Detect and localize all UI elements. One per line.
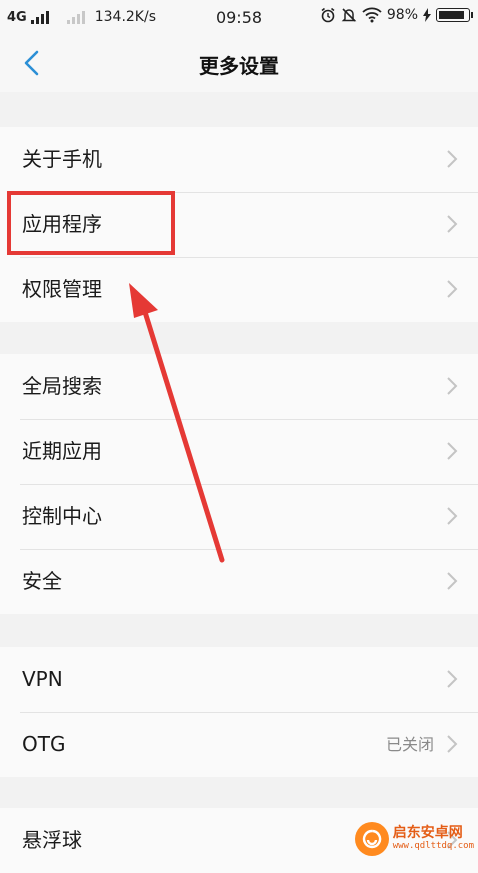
settings-item-otg[interactable]: OTG 已关闭	[0, 712, 478, 777]
chevron-right-icon	[447, 735, 458, 753]
wifi-icon	[362, 7, 382, 23]
settings-item-control-center[interactable]: 控制中心	[0, 484, 478, 549]
chevron-right-icon	[447, 150, 458, 168]
battery-icon	[436, 8, 473, 22]
settings-item-recent-apps[interactable]: 近期应用	[0, 419, 478, 484]
settings-item-label: 悬浮球	[22, 828, 82, 852]
settings-item-vpn[interactable]: VPN	[0, 647, 478, 712]
settings-item-global-search[interactable]: 全局搜索	[0, 354, 478, 419]
settings-item-label: 权限管理	[22, 277, 102, 301]
alarm-icon	[321, 7, 335, 23]
otg-status-value: 已关闭	[385, 735, 434, 754]
watermark-url: www.qdlttdq.com	[392, 840, 474, 851]
watermark-text: 启东安卓网 www.qdlttdq.com	[392, 825, 474, 851]
settings-item-label: OTG	[22, 732, 66, 756]
battery-level	[439, 11, 465, 19]
page-title: 更多设置	[199, 54, 279, 78]
charging-icon	[423, 8, 431, 22]
watermark-name: 启东安卓网	[392, 825, 463, 842]
mute-icon	[341, 8, 357, 22]
settings-item-label: 安全	[22, 569, 62, 593]
highlight-box	[7, 191, 175, 255]
chevron-right-icon	[447, 377, 458, 395]
chevron-right-icon	[447, 215, 458, 233]
status-right: 98%	[320, 7, 473, 23]
settings-item-label: 控制中心	[22, 504, 102, 528]
settings-item-label: VPN	[22, 667, 63, 691]
settings-group-3: VPN OTG 已关闭	[0, 647, 478, 777]
settings-group-2: 全局搜索 近期应用 控制中心 安全	[0, 354, 478, 614]
settings-item-label: 近期应用	[22, 439, 102, 463]
watermark-logo-icon	[354, 822, 389, 856]
settings-item-permissions[interactable]: 权限管理	[0, 257, 478, 322]
settings-item-label: 关于手机	[22, 147, 102, 171]
chevron-right-icon	[447, 280, 458, 298]
chevron-right-icon	[447, 572, 458, 590]
chevron-right-icon	[447, 670, 458, 688]
chevron-right-icon	[447, 507, 458, 525]
settings-item-label: 全局搜索	[22, 374, 102, 398]
battery-percent: 98%	[386, 7, 418, 23]
site-watermark: 启东安卓网 www.qdlttdq.com	[354, 822, 474, 856]
status-bar: 4G 134.2K/s 09:58 98%	[0, 0, 478, 34]
settings-item-about-phone[interactable]: 关于手机	[0, 127, 478, 192]
chevron-right-icon	[447, 442, 458, 460]
settings-item-security[interactable]: 安全	[0, 549, 478, 614]
page-header: 更多设置	[0, 34, 478, 92]
